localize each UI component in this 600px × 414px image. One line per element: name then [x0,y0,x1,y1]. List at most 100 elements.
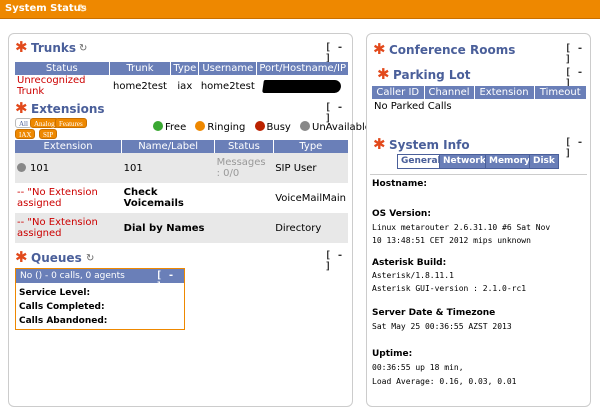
calls-abandoned-label: Calls Abandoned: [19,316,108,326]
ext-type: VoiceMailMain [275,192,346,204]
uptime-line2: Load Average: 0.16, 0.03, 0.01 [372,377,517,386]
table-row: Unrecognized Trunk home2test iax home2te… [15,75,348,97]
os-version-line2: 10 13:48:51 CET 2012 mips unknown [372,236,531,245]
conference-collapse-button[interactable]: [ - ] [565,43,590,65]
unavailable-status-icon [300,121,311,131]
star-icon: ✱ [15,38,28,56]
conference-title: Conference Rooms [389,43,516,57]
refresh-icon[interactable]: ↻ [78,2,87,15]
table-row[interactable]: -- "No Extension assigned Dial by Names … [15,213,348,243]
table-row: No Parked Calls [372,99,586,114]
trunk-type: iax [177,80,193,92]
col-type: Type [273,140,348,153]
trunk-name: home2test [113,80,167,92]
star-icon: ✱ [15,99,28,117]
col-trunk: Trunk [109,62,172,75]
calls-completed-label: Calls Completed: [19,302,105,312]
col-type: Type [170,62,200,75]
refresh-icon[interactable]: ↻ [79,43,87,54]
parking-title: Parking Lot [393,68,471,82]
filter-sip[interactable]: SIP [39,129,58,139]
ext-number: 101 [30,162,50,174]
status-legend: Free Ringing Busy UnAvailable [147,121,371,133]
trunks-table: Status Trunk Type Username Port/Hostname… [15,62,348,97]
tab-disk[interactable]: Disk [529,154,559,169]
col-host: Port/Hostname/IP [256,62,348,75]
tab-network[interactable]: Network [439,154,490,169]
star-icon: ✱ [373,135,386,153]
queue-header: No () - 0 calls, 0 agents [ - ] [16,269,184,292]
queue-summary: No () - 0 calls, 0 agents [20,271,125,281]
queue-box: No () - 0 calls, 0 agents [ - ] Service … [15,268,185,330]
service-level-label: Service Level: [19,288,91,298]
star-icon: ✱ [377,65,390,83]
unavailable-status-icon [17,162,26,172]
sysinfo-collapse-button[interactable]: [ - ] [565,137,590,159]
asterisk-build-line2: Asterisk GUI-version : 2.1.0-rc1 [372,284,527,293]
ext-number: -- "No Extension assigned [15,213,122,243]
legend-unavailable: UnAvailable [312,122,371,133]
top-bar: System Status ↻ [0,0,600,19]
extensions-table: Extension Name/Label Status Type 101 101… [15,140,348,243]
ext-number-cell: 101 [15,153,122,183]
table-row[interactable]: 101 101 Messages : 0/0 SIP User [15,153,348,183]
col-extension: Extension [15,140,123,153]
server-date-label: Server Date & Timezone [372,308,496,318]
legend-busy: Busy [266,122,291,133]
refresh-icon[interactable]: ↻ [86,253,94,264]
trunks-collapse-button[interactable]: [ - ] [325,42,352,64]
hostname-label: Hostname: [372,179,427,189]
sysinfo-title: System Info [389,138,470,152]
ext-status [215,183,274,213]
col-name: Name/Label [121,140,216,153]
col-status: Status [15,62,110,75]
star-icon: ✱ [373,40,386,58]
uptime-line1: 00:36:55 up 18 min, [372,363,464,372]
parking-table: Caller ID Channel Extension Timeout No P… [372,86,586,114]
free-status-icon [153,121,163,131]
star-icon: ✱ [15,248,28,266]
os-version-line1: Linux metarouter 2.6.31.10 #6 Sat Nov [372,223,551,232]
ext-name: Dial by Names [121,213,215,243]
redacted-mark [261,79,342,93]
col-timeout: Timeout [534,86,586,99]
os-version-label: OS Version: [372,209,431,219]
col-username: Username [198,62,258,75]
uptime-label: Uptime: [372,349,413,359]
extensions-title: Extensions [31,102,105,116]
busy-status-icon [254,121,265,131]
trunk-username: home2test [200,80,255,92]
queues-title: Queues [31,251,82,265]
queue-collapse-button[interactable]: [ - ] [156,270,184,292]
filter-iax[interactable]: IAX [15,129,36,139]
sysinfo-content: Hostname: OS Version: Linux metarouter 2… [370,174,587,404]
legend-free: Free [165,122,187,133]
legend-ringing: Ringing [207,122,246,133]
ext-number: -- "No Extension assigned [17,187,98,209]
ext-type: SIP User [273,153,348,183]
ext-name: 101 [121,153,215,183]
trunks-title: Trunks [31,41,76,55]
ext-name: Check Voicemails [123,187,184,209]
server-date-value: Sat May 25 00:36:55 AZST 2013 [372,322,512,331]
page-title: System Status [5,3,87,14]
trunk-host [257,75,348,97]
tab-general[interactable]: General [397,154,445,169]
col-caller-id: Caller ID [372,86,425,99]
no-parked-calls: No Parked Calls [374,101,452,112]
asterisk-build-line1: Asterisk/1.8.11.1 [372,271,454,280]
queues-collapse-button[interactable]: [ - ] [325,250,352,272]
trunk-status: Unrecognized Trunk [17,75,86,97]
ext-status [214,213,274,243]
ext-type: Directory [273,213,348,243]
filter-features[interactable]: Features [55,118,87,128]
col-channel: Channel [424,86,475,99]
tab-memory[interactable]: Memory [485,154,534,169]
table-row[interactable]: -- "No Extension assigned Check Voicemai… [15,183,348,213]
asterisk-build-label: Asterisk Build: [372,258,447,268]
col-status: Status [214,140,274,153]
left-panel: ✱ Trunks ↻ [ - ] Status Trunk Type Usern… [8,33,371,407]
col-extension: Extension [474,86,535,99]
right-panel: ✱ Conference Rooms [ - ] ✱ Parking Lot [… [366,33,591,407]
ringing-status-icon [195,121,206,131]
